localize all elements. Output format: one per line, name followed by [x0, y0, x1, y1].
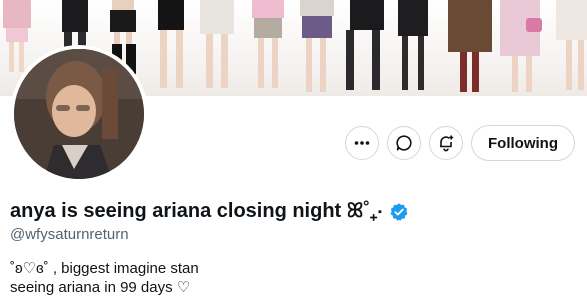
avatar-photo: [14, 49, 144, 179]
verified-badge-icon[interactable]: [389, 202, 409, 222]
profile-avatar[interactable]: [10, 45, 148, 183]
more-options-icon: [354, 141, 370, 145]
notification-bell-icon: [440, 135, 454, 152]
profile-bio: ˚ʚ♡ɞ˚ , biggest imagine stan seeing aria…: [10, 259, 199, 297]
user-handle: @wfysaturnreturn: [10, 226, 129, 243]
message-button[interactable]: [387, 126, 422, 160]
profile-actions: Following: [345, 125, 575, 161]
bio-line: ˚ʚ♡ɞ˚ , biggest imagine stan: [10, 260, 199, 277]
notifications-button[interactable]: [429, 126, 464, 160]
name-row: anya is seeing ariana closing night ꕤ˚₊‧: [10, 200, 409, 223]
message-bubble-icon: [396, 135, 412, 151]
following-label: Following: [488, 134, 558, 152]
more-options-button[interactable]: [345, 126, 380, 160]
bio-line: seeing ariana in 99 days ♡: [10, 279, 191, 296]
following-button[interactable]: Following: [471, 125, 575, 161]
display-name: anya is seeing ariana closing night ꕤ˚₊‧: [10, 200, 383, 222]
